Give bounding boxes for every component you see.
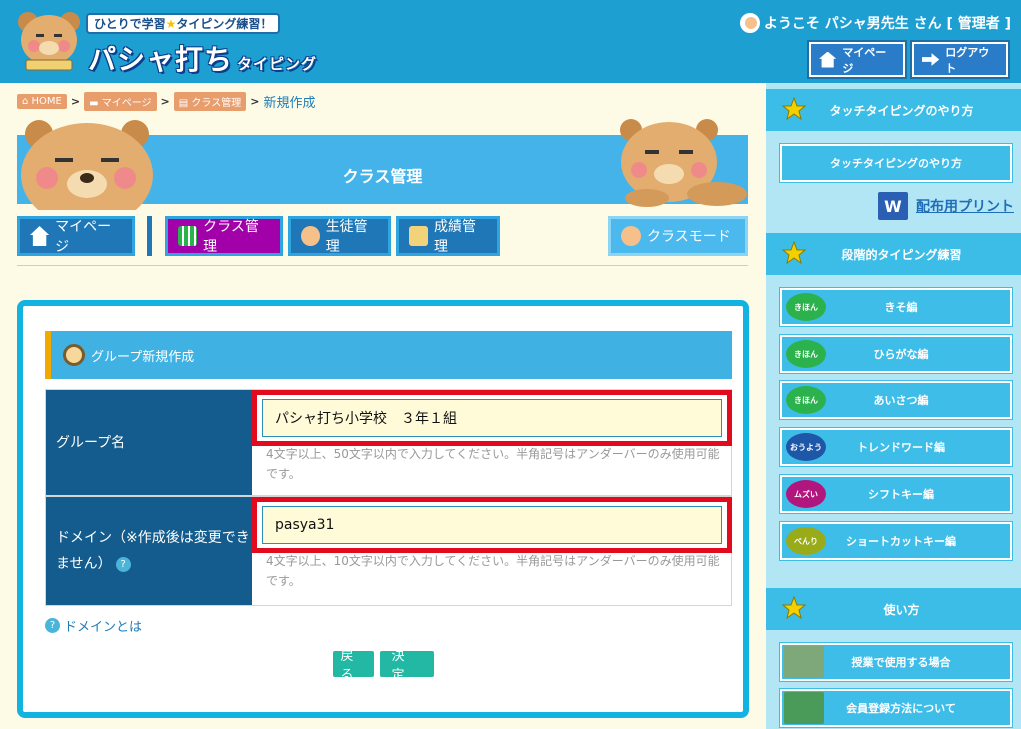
sidebar-course-item[interactable]: きほん ひらがな編 [780,335,1012,373]
nav-divider [147,216,152,256]
house-icon [819,51,837,68]
bear-mascot-left [21,120,153,210]
group-name-label: グループ名 [46,390,252,495]
domain-hint: 4文字以上、10文字以内で入力してください。半角記号はアンダーバーのみ使用可能で… [266,554,720,588]
nav-score-management[interactable]: 成績管理 [396,216,500,256]
domain-help-link[interactable]: ? ドメインとは [45,616,142,635]
star-icon: ★ [165,17,177,31]
domain-highlight [252,497,732,553]
word-document-icon: W [878,192,908,220]
group-name-input[interactable] [262,399,722,437]
help-icon[interactable]: ? [115,556,131,572]
sidebar-usage-register[interactable]: 会員登録方法について [780,689,1012,727]
bear-mascot-logo [18,12,80,71]
domain-row: ドメイン（※作成後は変更できません）? 4文字以上、10文字以内で入力してくださ… [45,496,732,606]
nav-student-management[interactable]: 生徒管理 [288,216,391,256]
panel-heading: グループ新規作成 [45,331,732,379]
group-create-panel: グループ新規作成 グループ名 4文字以上、50文字以内で入力してください。半角記… [17,300,749,718]
print-download-link[interactable]: W 配布用プリント [878,192,1014,220]
welcome-message: ようこそ パシャ男先生 さん [ 管理者 ] [739,13,1011,33]
breadcrumb: ⌂ HOME > ▬ マイページ > ▤ クラス管理 > 新規作成 [17,92,315,111]
sidebar-course-item[interactable]: おうよう トレンドワード編 [780,428,1012,466]
nav-class-mode[interactable]: クラスモード [608,216,748,256]
sidebar-head-step: 段階的タイピング練習 [766,233,1021,275]
star-icon [782,241,806,265]
nav-class-management[interactable]: クラス管理 [165,216,283,256]
breadcrumb-current: 新規作成 [263,96,316,111]
grid-icon [178,226,198,246]
group-icon [621,226,641,246]
star-icon [782,97,806,121]
sidebar-course-item[interactable]: べんり ショートカットキー編 [780,522,1012,560]
sidebar: タッチタイピングのやり方 タッチタイピングのやり方 段階的タイピング練習 きほん… [766,83,1021,729]
student-icon [301,226,320,246]
sidebar-course-item[interactable]: きほん きそ編 [780,288,1012,326]
domain-input[interactable] [262,506,722,544]
breadcrumb-class[interactable]: ▤ クラス管理 [173,92,247,111]
group-name-highlight [252,390,732,446]
domain-label: ドメイン（※作成後は変更できません）? [46,497,252,605]
house-icon [30,226,50,246]
clipboard-icon [409,226,428,246]
tagline: ひとりで学習★タイピング練習！ [86,13,281,34]
breadcrumb-home[interactable]: ⌂ HOME [17,94,67,109]
nav-mypage[interactable]: マイページ [17,216,135,256]
star-icon [782,596,806,620]
divider [17,265,748,266]
group-name-row: グループ名 4文字以上、50文字以内で入力してください。半角記号はアンダーバーの… [45,389,732,496]
logout-arrow-icon [922,53,940,66]
sidebar-head-usage: 使い方 [766,588,1021,630]
site-logo[interactable]: パシャ打ち タイピング [88,38,317,78]
breadcrumb-mypage[interactable]: ▬ マイページ [84,92,157,111]
user-avatar-icon [739,13,760,33]
help-icon: ? [45,618,60,633]
bear-mascot-right [620,119,747,207]
cookie-icon [63,344,85,366]
logout-button[interactable]: ログアウト [912,42,1008,77]
sidebar-usage-classroom[interactable]: 授業で使用する場合 [780,643,1012,681]
submit-button[interactable]: 決定 [379,649,434,683]
header-mypage-button[interactable]: マイページ [809,42,905,77]
sidebar-course-item[interactable]: きほん あいさつ編 [780,381,1012,419]
sidebar-touch-typing-button[interactable]: タッチタイピングのやり方 [780,144,1012,182]
group-name-hint: 4文字以上、50文字以内で入力してください。半角記号はアンダーバーのみ使用可能で… [266,447,720,481]
back-button[interactable]: 戻る [332,649,374,683]
site-header: ひとりで学習★タイピング練習！ パシャ打ち タイピング ようこそ パシャ男先生 さ… [0,0,1021,83]
sidebar-head-touch: タッチタイピングのやり方 [766,89,1021,131]
sidebar-course-item[interactable]: ムズい シフトキー編 [780,475,1012,513]
form-actions: 戻る 決定 [23,649,743,683]
